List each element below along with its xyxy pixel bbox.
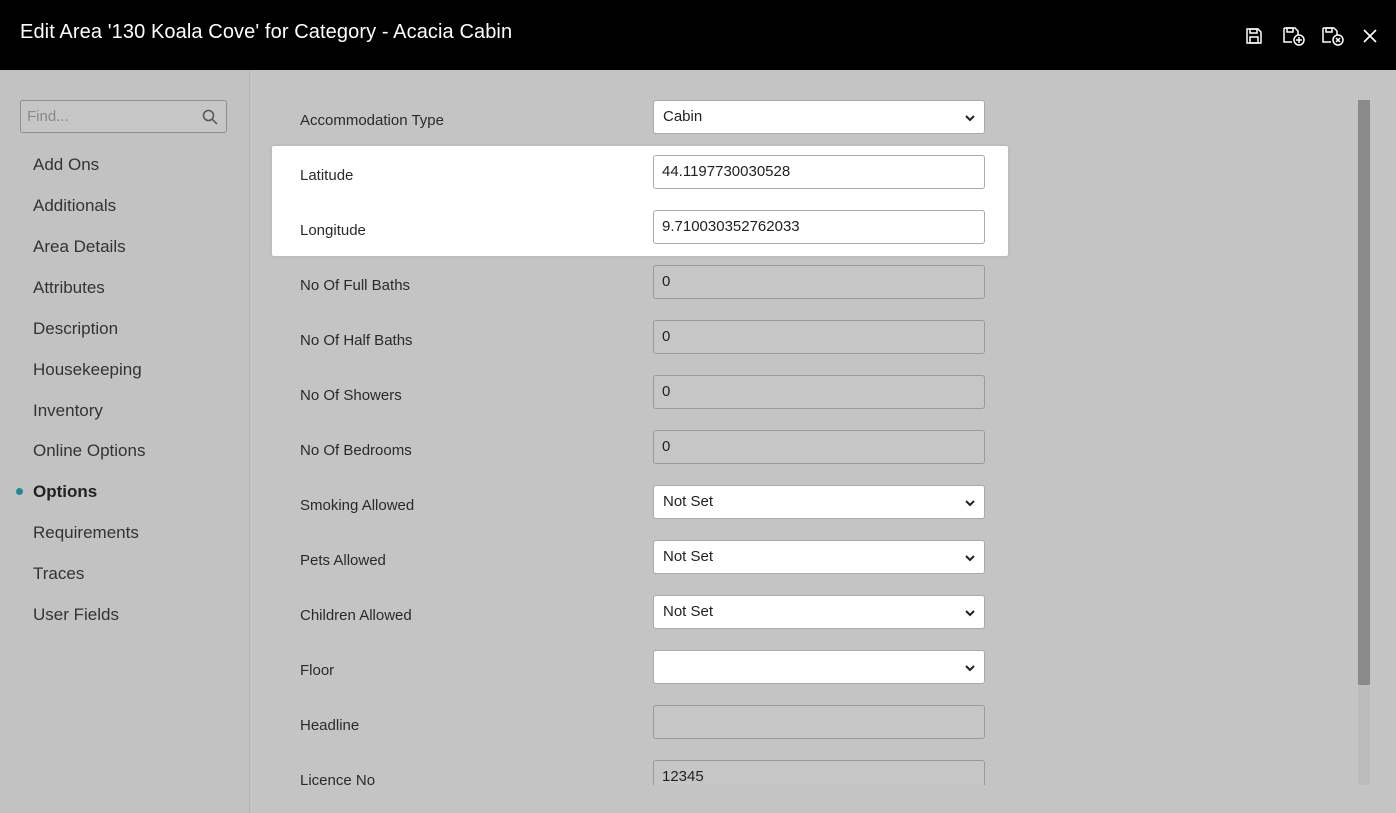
longitude-input[interactable]: 9.710030352762033 bbox=[653, 210, 985, 244]
pets-allowed-value: Not Set bbox=[663, 548, 714, 565]
window-title: Edit Area '130 Koala Cove' for Category … bbox=[20, 21, 513, 43]
full-baths-input[interactable]: 0 bbox=[653, 265, 985, 299]
half-baths-input[interactable]: 0 bbox=[653, 320, 985, 354]
sidebar-item-options[interactable]: Options bbox=[33, 482, 97, 502]
half-baths-label: No Of Half Baths bbox=[300, 332, 413, 349]
search-box[interactable] bbox=[20, 100, 227, 133]
children-allowed-select[interactable]: Not Set bbox=[653, 595, 985, 629]
chevron-down-icon bbox=[965, 115, 975, 122]
headline-label: Headline bbox=[300, 717, 360, 734]
latitude-label: Latitude bbox=[300, 167, 354, 184]
longitude-label: Longitude bbox=[300, 222, 366, 239]
sidebar-item-online-options[interactable]: Online Options bbox=[33, 441, 145, 461]
sidebar-item-area-details[interactable]: Area Details bbox=[33, 237, 126, 257]
showers-input[interactable]: 0 bbox=[653, 375, 985, 409]
search-input[interactable] bbox=[21, 101, 197, 132]
sidebar-item-attributes[interactable]: Attributes bbox=[33, 278, 105, 298]
headline-input[interactable] bbox=[653, 705, 985, 739]
search-icon[interactable] bbox=[202, 109, 218, 125]
floor-label: Floor bbox=[300, 662, 335, 679]
floor-select[interactable] bbox=[653, 650, 985, 684]
save-and-new-icon[interactable] bbox=[1282, 24, 1306, 48]
sidebar-item-description[interactable]: Description bbox=[33, 319, 118, 339]
showers-label: No Of Showers bbox=[300, 387, 402, 404]
chevron-down-icon bbox=[965, 610, 975, 617]
accommodation-type-label: Accommodation Type bbox=[300, 112, 444, 129]
save-icon[interactable] bbox=[1242, 24, 1266, 48]
accommodation-type-value: Cabin bbox=[663, 108, 703, 125]
latitude-input[interactable]: 44.1197730030528 bbox=[653, 155, 985, 189]
children-allowed-value: Not Set bbox=[663, 603, 714, 620]
smoking-allowed-select[interactable]: Not Set bbox=[653, 485, 985, 519]
save-and-close-icon[interactable] bbox=[1321, 24, 1345, 48]
sidebar-item-requirements[interactable]: Requirements bbox=[33, 523, 139, 543]
bedrooms-input[interactable]: 0 bbox=[653, 430, 985, 464]
content-clip-area bbox=[250, 785, 1396, 813]
chevron-down-icon bbox=[965, 500, 975, 507]
bedrooms-label: No Of Bedrooms bbox=[300, 442, 412, 459]
sidebar-item-traces[interactable]: Traces bbox=[33, 564, 84, 584]
pets-allowed-select[interactable]: Not Set bbox=[653, 540, 985, 574]
sidebar-item-housekeeping[interactable]: Housekeeping bbox=[33, 360, 142, 380]
sidebar-item-user-fields[interactable]: User Fields bbox=[33, 605, 119, 625]
children-allowed-label: Children Allowed bbox=[300, 607, 412, 624]
sidebar-item-additionals[interactable]: Additionals bbox=[33, 196, 116, 216]
pets-allowed-label: Pets Allowed bbox=[300, 552, 386, 569]
chevron-down-icon bbox=[965, 665, 975, 672]
smoking-allowed-value: Not Set bbox=[663, 493, 714, 510]
accommodation-type-select[interactable]: Cabin bbox=[653, 100, 985, 134]
sidebar-item-add-ons[interactable]: Add Ons bbox=[33, 155, 99, 175]
smoking-allowed-label: Smoking Allowed bbox=[300, 497, 415, 514]
scrollbar-thumb[interactable] bbox=[1358, 100, 1370, 685]
active-indicator-dot bbox=[16, 488, 23, 495]
close-icon[interactable] bbox=[1358, 24, 1382, 48]
full-baths-label: No Of Full Baths bbox=[300, 277, 411, 294]
sidebar-item-inventory[interactable]: Inventory bbox=[33, 401, 103, 421]
window-titlebar: Edit Area '130 Koala Cove' for Category … bbox=[0, 0, 1396, 70]
chevron-down-icon bbox=[965, 555, 975, 562]
